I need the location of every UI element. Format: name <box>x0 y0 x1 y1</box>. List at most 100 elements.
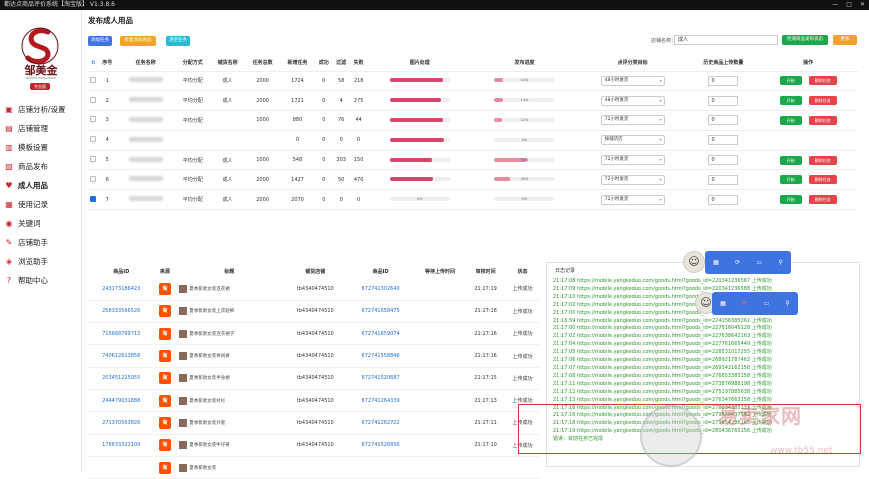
category-select[interactable]: 按铺货店 <box>600 135 665 146</box>
product-title[interactable]: 夏季新款女装半身裙 <box>175 374 283 383</box>
delete-task-button[interactable]: 删除任务 <box>808 155 837 165</box>
row-checkbox[interactable] <box>90 76 97 83</box>
store-input[interactable]: 成人 <box>674 35 778 45</box>
grid-icon[interactable]: ⁝⁝ <box>91 60 95 66</box>
category-select[interactable]: 48小时发货 <box>600 75 665 86</box>
category-select[interactable]: 72小时发货 <box>600 174 665 185</box>
clear-task-button[interactable]: 清空任务 <box>166 36 190 46</box>
published-id-link[interactable]: 672741526856 <box>347 434 414 457</box>
published-id-link[interactable]: 672741659074 <box>347 322 414 346</box>
row-checkbox[interactable] <box>90 195 97 202</box>
published-id-link[interactable]: 672741302640 <box>347 278 414 301</box>
published-id-link[interactable] <box>347 456 414 479</box>
product-id-link[interactable]: 716668799713 <box>88 322 155 346</box>
minimize-button[interactable]: — <box>832 0 838 10</box>
maximize-button[interactable]: □ <box>846 0 852 10</box>
column-header: 新增任务 <box>280 55 315 72</box>
upload-count-input[interactable]: 0 <box>708 95 739 106</box>
sidebar-item-3[interactable]: ▧ 商品发布 <box>4 159 48 173</box>
start-button[interactable]: 开始 <box>779 195 802 205</box>
column-header: 过滤 <box>332 55 350 72</box>
category-select[interactable]: 72小时发货 <box>600 115 665 126</box>
sidebar-item-8[interactable]: ◈ 浏览助手 <box>4 254 48 268</box>
sidebar-item-4[interactable]: ♥ 成人用品 <box>4 178 48 192</box>
delete-task-button[interactable]: 删除任务 <box>808 96 837 106</box>
sidebar-item-6[interactable]: ◉ 关键词 <box>4 216 41 230</box>
refresh-icon[interactable]: ⟳ <box>742 300 747 307</box>
start-button[interactable]: 开始 <box>779 115 802 125</box>
product-title[interactable]: 夏季新款女装外套 <box>175 418 283 427</box>
product-id-link[interactable]: 271370563826 <box>88 411 155 435</box>
sidebar-item-2[interactable]: ▥ 模板设置 <box>4 140 48 154</box>
product-id-link[interactable] <box>88 456 155 479</box>
progress-text: 0% <box>416 197 423 202</box>
product-id-link[interactable]: 243173186423 <box>88 278 155 301</box>
start-button[interactable]: 开始 <box>779 155 802 165</box>
upload-count-input[interactable]: 0 <box>708 75 739 86</box>
avatar[interactable]: ☺ <box>683 251 705 273</box>
start-button[interactable]: 开始 <box>779 76 802 86</box>
grid-icon[interactable]: ▦ <box>713 259 719 266</box>
published-id-link[interactable]: 672741520687 <box>347 367 414 390</box>
task-table: ⁝⁝ 序号 任务名称 分配方式 铺货名称 任务总数 新增任务 成功 过滤 失败 图片处理 发布进度 点评… <box>88 55 858 211</box>
search-icon[interactable]: ⚲ <box>778 259 782 266</box>
grid-icon[interactable]: ▦ <box>720 300 726 307</box>
row-checkbox[interactable] <box>90 116 97 123</box>
sidebar-item-9[interactable]: ? 帮助中心 <box>4 273 48 287</box>
row-checkbox[interactable] <box>90 96 97 103</box>
product-id-link[interactable]: 203451225055 <box>88 367 155 390</box>
delete-task-button[interactable]: 删除任务 <box>808 76 837 86</box>
detect-status-button[interactable]: 检测商品发布状态 <box>782 35 828 45</box>
upload-count-input[interactable]: 0 <box>708 174 739 185</box>
product-title[interactable]: 夏季新款女装连衣裙子 <box>175 329 283 338</box>
product-title[interactable]: 夏季新款女装连衣裙 <box>175 284 283 293</box>
published-id-link[interactable]: 672741658475 <box>347 300 414 324</box>
sidebar-item-1[interactable]: ▤ 店铺管理 <box>4 121 48 135</box>
sidebar-item-5[interactable]: ▦ 使用记录 <box>4 197 48 211</box>
published-id-link[interactable]: 672741264339 <box>347 389 414 413</box>
search-icon[interactable]: ⚲ <box>785 300 789 307</box>
product-id-link[interactable]: 178633322109 <box>88 434 155 457</box>
sidebar-item-7[interactable]: ✎ 店铺助手 <box>4 235 48 249</box>
sidebar-item-0[interactable]: ▣ 店铺分析/设置 <box>4 102 65 116</box>
published-id-link[interactable]: 672741558846 <box>347 344 414 368</box>
category-select[interactable]: 72小时发货 <box>600 194 665 205</box>
product-title[interactable]: 夏季新款女装上衣短裤 <box>175 307 283 316</box>
category-select[interactable]: 48小时发货 <box>600 95 665 106</box>
row-checkbox[interactable] <box>90 175 97 182</box>
add-task-button[interactable]: 添加任务 <box>88 36 112 46</box>
seq-cell: 3 <box>98 110 116 131</box>
refresh-icon[interactable]: ⟳ <box>735 259 740 266</box>
upload-count-input[interactable]: 0 <box>708 194 739 205</box>
product-title[interactable]: 夏季新款女装衬衫 <box>175 396 283 405</box>
category-select[interactable]: 72小时发货 <box>600 155 665 166</box>
start-button[interactable]: 开始 <box>779 96 802 106</box>
status-cell: 上传成功 <box>505 300 540 324</box>
wait-time-cell <box>413 322 467 346</box>
row-checkbox[interactable] <box>90 136 97 143</box>
delete-task-button[interactable]: 删除任务 <box>808 175 837 185</box>
chat-icon[interactable]: ▭ <box>756 259 762 266</box>
product-title[interactable]: 夏季新款女装牛仔裤 <box>175 441 283 450</box>
row-checkbox[interactable] <box>90 156 97 163</box>
shop-cell: 成人 <box>210 189 246 211</box>
product-id-link[interactable]: 244479031888 <box>88 389 155 413</box>
delete-task-button[interactable]: 删除任务 <box>808 195 837 205</box>
published-id-link[interactable]: 672741262722 <box>347 411 414 435</box>
close-button[interactable]: ✕ <box>860 0 865 10</box>
product-title[interactable]: 夏季新款女装 <box>175 463 283 472</box>
product-title[interactable]: 夏季新款女装休闲裤 <box>175 352 283 361</box>
upload-count-input[interactable]: 0 <box>708 155 739 166</box>
product-id-link[interactable]: 258333566526 <box>88 300 155 324</box>
batch-add-button[interactable]: 批量添加商品 <box>120 36 156 46</box>
more-button[interactable]: 更多 <box>833 35 857 45</box>
chat-icon[interactable]: ▭ <box>763 300 769 307</box>
delete-task-button[interactable]: 删除任务 <box>808 115 837 125</box>
log-line: 21:17:07 https://mobile.yangkeduo.com/go… <box>553 364 772 371</box>
product-id-link[interactable]: 740612613858 <box>88 344 155 368</box>
product-title-text: 夏季新款女装连衣裙 <box>189 286 230 292</box>
start-button[interactable]: 开始 <box>779 175 802 185</box>
image-progress-cell <box>367 71 473 92</box>
upload-count-input[interactable]: 0 <box>708 135 739 146</box>
upload-count-input[interactable]: 0 <box>708 115 739 126</box>
